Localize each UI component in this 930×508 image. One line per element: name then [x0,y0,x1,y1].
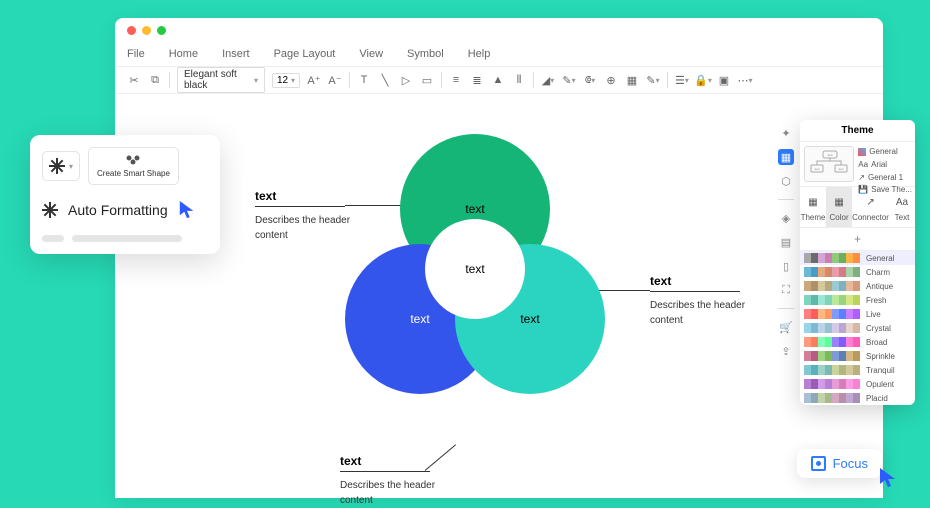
sparkle-icon[interactable]: ✦ [778,125,794,141]
group-icon[interactable]: ▣ [717,73,731,87]
svg-text:text: text [839,167,844,171]
focus-icon [811,456,826,471]
pointer-icon[interactable]: ▷ [399,73,413,87]
align-icon[interactable]: ≡ [449,73,463,87]
app-window: File Home Insert Page Layout View Symbol… [115,18,883,498]
text-icon[interactable]: T [357,73,371,87]
close-icon[interactable] [127,26,136,35]
menu-insert[interactable]: Insert [222,48,250,60]
palette-row[interactable]: Fresh [800,293,915,307]
grid-icon[interactable]: ▦ [625,73,639,87]
eyedrop-icon[interactable]: ✎▾ [562,73,576,87]
distribute-icon[interactable]: ⫴ [512,73,526,87]
palette-row[interactable]: General [800,251,915,265]
layers-icon[interactable]: ☰▾ [675,73,689,87]
menu-view[interactable]: View [359,48,383,60]
menu-symbol[interactable]: Symbol [407,48,444,60]
crop-icon[interactable]: ⟃▾ [583,73,597,87]
theme-opt-general1[interactable]: ↗General 1 [858,172,912,185]
menu-home[interactable]: Home [169,48,198,60]
menu-pagelayout[interactable]: Page Layout [274,48,336,60]
pen-icon[interactable]: ✎▾ [646,73,660,87]
palette-row[interactable]: Sprinkle [800,349,915,363]
palette-row[interactable]: Opulent [800,377,915,391]
cart-icon[interactable]: 🛒 [778,319,794,335]
venn-diagram[interactable]: text text text text [335,134,615,414]
shape-icon[interactable]: ▭ [420,73,434,87]
cut-icon[interactable]: ✂ [127,73,141,87]
doc-icon[interactable]: ▯ [778,258,794,274]
menu-bar: File Home Insert Page Layout View Symbol… [115,42,883,66]
auto-format-popup: ▾ Create Smart Shape Auto Formatting [30,135,220,254]
font-select[interactable]: Elegant soft black▾ [177,67,265,93]
palette-row[interactable]: Live [800,307,915,321]
menu-help[interactable]: Help [468,48,491,60]
svg-text:text: text [815,167,820,171]
theme-opt-general[interactable]: General [858,146,912,159]
palette-row[interactable]: Broad [800,335,915,349]
create-smart-shape-button[interactable]: Create Smart Shape [88,147,179,185]
palette-row[interactable]: Tranquil [800,363,915,377]
share-icon[interactable]: ⇪ [778,343,794,359]
theme-panel: Theme text text text General AaArial ↗Gene… [800,120,915,405]
grid-icon[interactable]: ▦ [778,149,794,165]
cursor-icon [178,199,196,221]
fill-icon[interactable]: ▲ [491,73,505,87]
theme-opt-save[interactable]: 💾Save The... [858,184,912,197]
size-select[interactable]: 12▾ [272,73,300,88]
tab-color[interactable]: ▦Color [826,187,852,227]
theme-opt-font[interactable]: AaArial [858,159,912,172]
font-decrease-icon[interactable]: A⁻ [328,73,342,87]
svg-text:text: text [828,153,833,157]
theme-title: Theme [800,120,915,142]
menu-file[interactable]: File [127,48,145,60]
page-icon[interactable]: ▤ [778,234,794,250]
more-icon[interactable]: ⋯▾ [738,73,752,87]
lock-icon[interactable]: 🔒▾ [696,73,710,87]
tab-theme[interactable]: ▦Theme [800,187,826,227]
venn-center[interactable]: text [425,219,525,319]
title-bar [115,18,883,42]
palette-row[interactable]: Antique [800,279,915,293]
palette-row[interactable]: Placid [800,391,915,405]
diagram-label[interactable]: text Describes the header content [650,274,750,328]
zoom-icon[interactable]: ⊕ [604,73,618,87]
right-icon-strip: ✦ ▦ ⬡ ◈ ▤ ▯ ⛶ 🛒 ⇪ [775,125,797,359]
hex-icon[interactable]: ⬡ [778,173,794,189]
cursor-icon [878,466,898,490]
font-increase-icon[interactable]: A⁺ [307,73,321,87]
expand-icon[interactable]: ⛶ [778,282,794,298]
canvas[interactable]: text Describes the header content text D… [115,94,883,498]
burst-button[interactable]: ▾ [42,151,80,181]
bucket-icon[interactable]: ◢▾ [541,73,555,87]
theme-preview[interactable]: text text text [804,146,854,182]
palette-row[interactable]: Crystal [800,321,915,335]
toolbar: ✂ ⧉ Elegant soft black▾ 12▾ A⁺ A⁻ T ╲ ▷ … [115,66,883,94]
focus-button[interactable]: Focus [797,449,882,478]
maximize-icon[interactable] [157,26,166,35]
minimize-icon[interactable] [142,26,151,35]
align2-icon[interactable]: ≣ [470,73,484,87]
slider[interactable] [42,235,208,242]
line-icon[interactable]: ╲ [378,73,392,87]
add-palette-button[interactable]: + [800,228,915,251]
cube-icon[interactable]: ◈ [778,210,794,226]
palette-list: GeneralCharmAntiqueFreshLiveCrystalBroad… [800,251,915,405]
palette-row[interactable]: Charm [800,265,915,279]
auto-formatting-row[interactable]: Auto Formatting [42,199,208,221]
copy-icon[interactable]: ⧉ [148,73,162,87]
